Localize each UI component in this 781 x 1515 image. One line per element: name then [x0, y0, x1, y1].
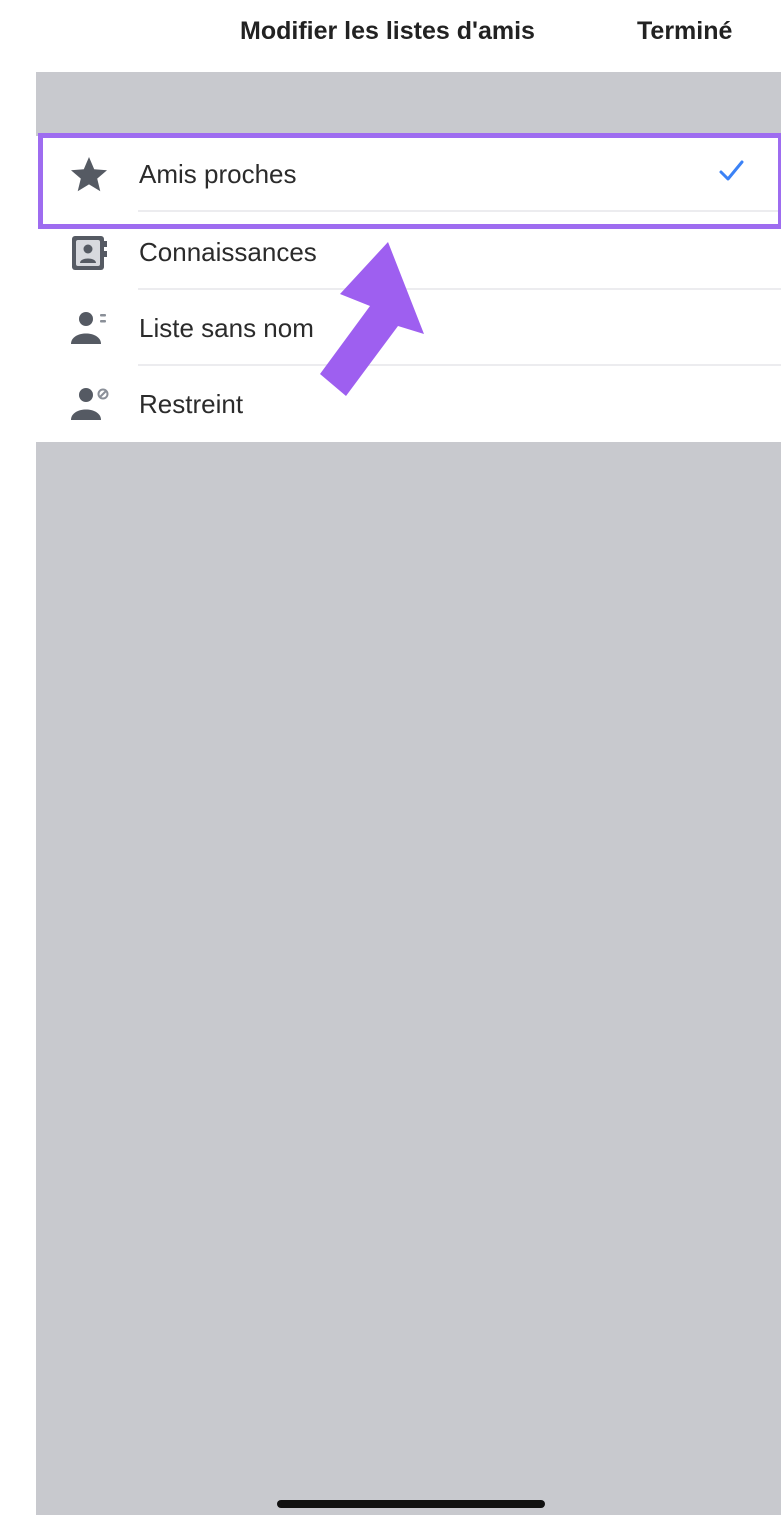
contacts-book-icon	[68, 232, 110, 272]
list-item-label: Connaissances	[139, 237, 317, 267]
nav-header: Modifier les listes d'amis Terminé	[0, 0, 781, 72]
divider	[138, 210, 781, 212]
checkmark-icon	[716, 156, 746, 186]
person-list-icon	[68, 308, 110, 348]
home-indicator	[277, 1500, 545, 1508]
friend-lists: Amis proches Connaissances Liste sans no…	[36, 136, 781, 442]
list-item-label: Liste sans nom	[139, 313, 314, 343]
list-item-restreint[interactable]: Restreint	[36, 366, 781, 442]
list-item-label: Amis proches	[139, 159, 297, 189]
star-icon	[68, 154, 110, 194]
page-title: Modifier les listes d'amis	[240, 17, 535, 45]
list-item-connaissances[interactable]: Connaissances	[36, 214, 781, 290]
list-item-label: Restreint	[139, 389, 244, 419]
list-item-liste-sans-nom[interactable]: Liste sans nom	[36, 290, 781, 366]
person-restricted-icon	[68, 384, 110, 424]
done-button[interactable]: Terminé	[637, 14, 732, 48]
list-item-amis-proches[interactable]: Amis proches	[36, 136, 781, 212]
